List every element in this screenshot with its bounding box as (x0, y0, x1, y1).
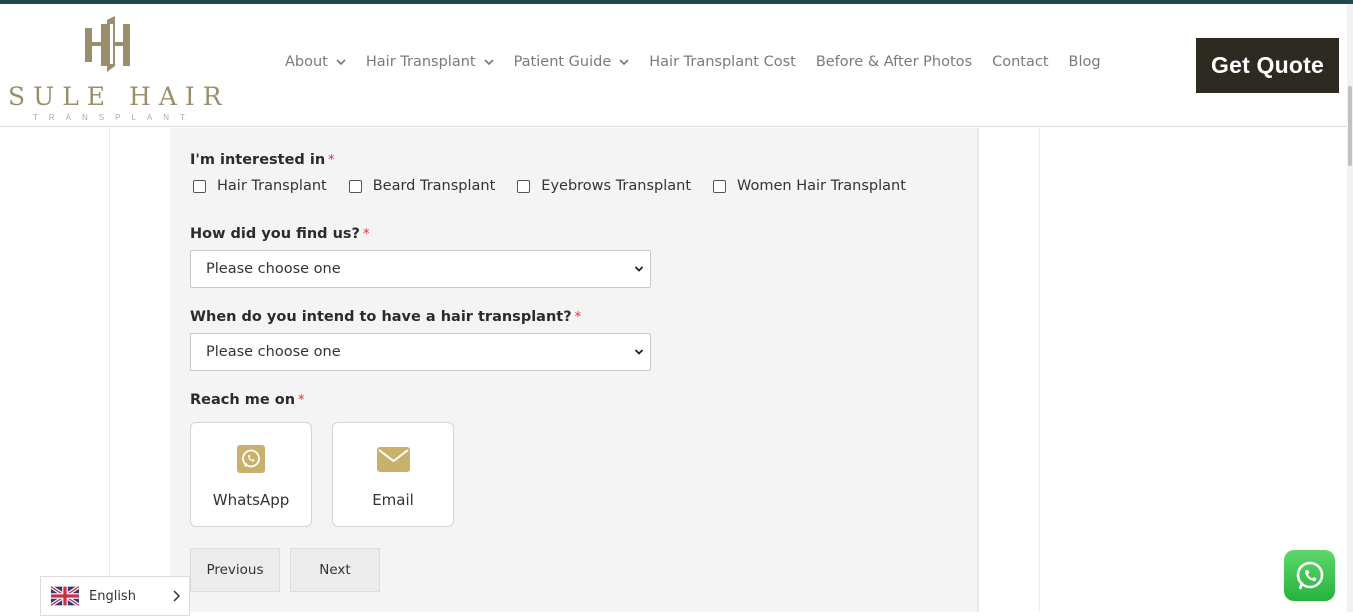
checkbox-label: Hair Transplant (217, 178, 327, 194)
nav-label: Hair Transplant (365, 54, 476, 70)
label-text: When do you intend to have a hair transp… (190, 309, 572, 325)
nav-label: About (285, 54, 328, 70)
chevron-down-icon (336, 59, 346, 66)
when-select[interactable]: Please choose one (190, 333, 651, 371)
checkbox[interactable] (193, 179, 206, 193)
logo-monogram-icon (85, 16, 130, 72)
checkbox[interactable] (348, 179, 362, 193)
nav-label: Before & After Photos (815, 54, 973, 70)
whatsapp-chat-button[interactable] (1284, 550, 1335, 601)
checkbox-label: Beard Transplant (372, 178, 496, 194)
checkbox[interactable] (713, 179, 727, 193)
checkbox-label: Women Hair Transplant (737, 178, 906, 194)
envelope-icon (377, 447, 410, 472)
checkbox-label: Eyebrows Transplant (541, 178, 692, 194)
select-value: Please choose one (206, 344, 341, 360)
nav-label: Hair Transplant Cost (649, 54, 796, 70)
reach-option-label: Email (372, 491, 414, 509)
main-nav: About Hair Transplant Patient Guide Hair… (285, 54, 1121, 70)
chevron-down-icon (634, 349, 644, 355)
logo-subtitle: TRANSPLANT (33, 113, 196, 122)
reach-option-label: WhatsApp (212, 491, 290, 509)
nav-label: Contact (992, 54, 1049, 70)
label-text: I'm interested in (190, 152, 326, 168)
logo[interactable]: SULE HAIR TRANSPLANT (8, 12, 222, 122)
required-mark: * (362, 227, 370, 242)
nav-item-patient-guide[interactable]: Patient Guide (514, 54, 630, 70)
column-divider (109, 128, 110, 612)
nav-item-about[interactable]: About (285, 54, 346, 70)
interested-label: I'm interested in * (190, 152, 335, 168)
whatsapp-icon (237, 445, 265, 473)
column-divider (1039, 128, 1040, 612)
nav-item-contact[interactable]: Contact (992, 54, 1048, 70)
nav-item-hair-transplant[interactable]: Hair Transplant (366, 54, 494, 70)
nav-label: Patient Guide (513, 54, 612, 70)
required-mark: * (574, 310, 582, 325)
get-quote-button[interactable]: Get Quote (1196, 38, 1339, 93)
find-us-label: How did you find us? * (190, 226, 369, 242)
nav-item-blog[interactable]: Blog (1069, 54, 1101, 70)
reach-option-whatsapp[interactable]: WhatsApp (190, 422, 312, 527)
page-scrollbar[interactable] (1347, 4, 1353, 612)
next-button[interactable]: Next (290, 548, 380, 592)
select-value: Please choose one (206, 261, 341, 277)
interest-checkbox-group: Hair Transplant Beard Transplant Eyebrow… (193, 178, 928, 194)
checkbox-women-hair-transplant[interactable]: Women Hair Transplant (713, 178, 906, 194)
previous-button[interactable]: Previous (190, 548, 280, 592)
find-us-select[interactable]: Please choose one (190, 250, 651, 288)
nav-item-before-after-photos[interactable]: Before & After Photos (816, 54, 972, 70)
chevron-right-icon (173, 590, 181, 602)
whatsapp-icon (1296, 561, 1323, 589)
reach-option-email[interactable]: Email (332, 422, 454, 527)
chevron-down-icon (619, 59, 629, 66)
checkbox-eyebrows-transplant[interactable]: Eyebrows Transplant (517, 178, 691, 194)
required-mark: * (298, 393, 305, 408)
site-header: SULE HAIR TRANSPLANT About Hair Transpla… (0, 4, 1347, 127)
when-label: When do you intend to have a hair transp… (190, 309, 581, 325)
label-text: How did you find us? (190, 226, 360, 242)
checkbox-beard-transplant[interactable]: Beard Transplant (348, 178, 496, 194)
language-switcher[interactable]: English (40, 576, 190, 616)
nav-item-hair-transplant-cost[interactable]: Hair Transplant Cost (649, 54, 796, 70)
chevron-down-icon (484, 59, 494, 66)
checkbox-hair-transplant[interactable]: Hair Transplant (193, 178, 327, 194)
language-label: English (89, 588, 136, 604)
label-text: Reach me on (190, 392, 296, 408)
chevron-down-icon (634, 266, 644, 272)
reach-label: Reach me on * (190, 392, 305, 408)
logo-name: SULE HAIR (8, 82, 230, 111)
uk-flag-icon (51, 586, 79, 606)
checkbox[interactable] (517, 179, 531, 193)
scrollbar-thumb[interactable] (1348, 86, 1352, 166)
nav-label: Blog (1068, 54, 1101, 70)
required-mark: * (328, 153, 335, 168)
